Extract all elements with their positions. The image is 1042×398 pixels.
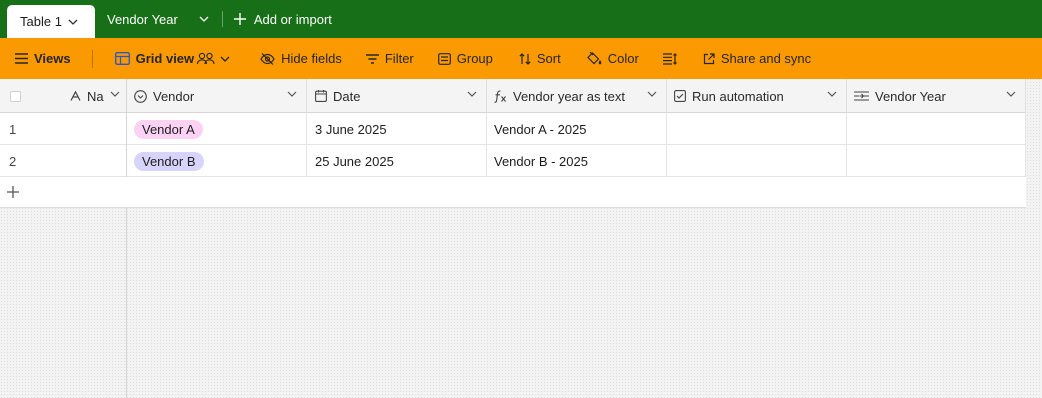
chevron-down-icon[interactable] — [68, 19, 78, 25]
chevron-down-icon[interactable] — [110, 91, 120, 97]
table-row[interactable]: 2 Vendor B 25 June 2025 Vendor B - 2025 — [0, 145, 1026, 177]
add-or-import-button[interactable]: Add or import — [233, 0, 332, 38]
group-icon — [437, 52, 451, 65]
select-all-checkbox[interactable] — [9, 90, 21, 102]
run-automation-cell[interactable] — [667, 113, 847, 145]
paint-bucket-icon — [586, 52, 602, 65]
vendor-cell[interactable]: Vendor A — [127, 113, 307, 145]
group-button[interactable]: Group — [437, 51, 493, 66]
column-run-automation-label: Run automation — [692, 88, 784, 104]
row-height-button[interactable] — [662, 52, 677, 65]
tab-vendor-year[interactable]: Vendor Year — [107, 0, 178, 38]
filter-label: Filter — [384, 51, 414, 66]
hide-fields-label: Hide fields — [281, 51, 342, 66]
text-type-icon — [70, 91, 81, 101]
vendor-year-cell[interactable] — [847, 113, 1026, 145]
vendor-year-text-cell[interactable]: Vendor A - 2025 — [487, 113, 667, 145]
checkbox-icon — [674, 90, 686, 102]
vendor-cell[interactable]: Vendor B — [127, 145, 307, 177]
grid-view-label: Grid view — [135, 51, 195, 66]
add-record-row[interactable] — [0, 177, 1026, 208]
grid-icon — [114, 52, 130, 65]
table-row[interactable]: 1 Vendor A 3 June 2025 Vendor A - 2025 — [0, 113, 1026, 145]
calendar-icon — [315, 90, 327, 102]
vendor-year-text-cell[interactable]: Vendor B - 2025 — [487, 145, 667, 177]
column-header-vendor-year[interactable]: Vendor Year — [847, 79, 1026, 113]
table-tab-bar: Table 1 Vendor Year Add or import — [0, 0, 1042, 38]
filter-button[interactable]: Filter — [365, 51, 414, 66]
column-header-vendor[interactable]: Vendor — [127, 79, 307, 113]
chevron-down-icon[interactable] — [827, 91, 837, 97]
column-date-label: Date — [333, 88, 361, 104]
chevron-down-icon[interactable] — [1006, 91, 1016, 97]
chevron-down-icon[interactable] — [467, 91, 477, 97]
column-header-date[interactable]: Date — [307, 79, 487, 113]
column-header-name[interactable]: Na — [30, 79, 127, 113]
column-vendor-year-text-label: Vendor year as text — [513, 88, 626, 104]
column-header-vendor-year-text[interactable]: Vendor year as text — [487, 79, 667, 113]
chevron-down-icon — [199, 16, 209, 22]
date-cell[interactable]: 25 June 2025 — [307, 145, 487, 177]
grid-header-row: Na Vendor Date Vendor year as text Run a… — [0, 79, 1026, 113]
tab-vendor-year-label: Vendor Year — [107, 11, 178, 27]
eye-slash-icon — [260, 52, 275, 65]
views-label: Views — [34, 51, 71, 66]
column-name-label: Na — [87, 88, 104, 104]
chevron-down-icon[interactable] — [287, 91, 297, 97]
column-vendor-label: Vendor — [153, 88, 195, 104]
sort-icon — [519, 52, 531, 65]
plus-icon[interactable] — [7, 186, 19, 198]
sort-button[interactable]: Sort — [519, 51, 561, 66]
vendor-year-cell[interactable] — [847, 145, 1026, 177]
tables-menu-button[interactable] — [194, 0, 214, 38]
row-height-icon — [662, 52, 677, 65]
sort-label: Sort — [536, 51, 561, 66]
hamburger-icon — [15, 53, 28, 64]
views-button[interactable]: Views — [15, 51, 71, 66]
toolbar-divider — [91, 49, 93, 68]
run-automation-cell[interactable] — [667, 145, 847, 177]
single-select-icon — [134, 89, 147, 103]
tab-divider — [221, 11, 223, 27]
formula-icon — [494, 89, 507, 103]
color-button[interactable]: Color — [586, 51, 639, 66]
plus-icon — [233, 13, 246, 25]
select-all-checkbox-cell[interactable] — [0, 79, 30, 113]
chevron-down-icon[interactable] — [647, 91, 657, 97]
chevron-down-icon[interactable] — [220, 56, 230, 62]
grid-view-button[interactable]: Grid view — [114, 51, 195, 66]
column-vendor-year-label: Vendor Year — [875, 88, 946, 104]
column-header-run-automation[interactable]: Run automation — [667, 79, 847, 113]
view-toolbar: Views Grid view Hide fields Filter Group — [0, 38, 1042, 79]
share-and-sync-label: Share and sync — [720, 51, 812, 66]
add-or-import-label: Add or import — [253, 11, 332, 27]
lookup-icon — [854, 91, 869, 101]
color-label: Color — [607, 51, 639, 66]
row-number: 2 — [0, 145, 127, 177]
filter-icon — [365, 53, 379, 64]
tab-table-1-label: Table 1 — [20, 14, 62, 29]
share-and-sync-button[interactable]: Share and sync — [703, 51, 811, 66]
vendor-pill: Vendor A — [134, 119, 203, 139]
external-link-icon — [703, 52, 715, 65]
vendor-pill: Vendor B — [134, 151, 204, 171]
tab-table-1[interactable]: Table 1 — [7, 5, 95, 38]
date-cell[interactable]: 3 June 2025 — [307, 113, 487, 145]
people-icon[interactable] — [196, 52, 216, 65]
group-label: Group — [456, 51, 493, 66]
hide-fields-button[interactable]: Hide fields — [260, 51, 342, 66]
row-number: 1 — [0, 113, 127, 145]
